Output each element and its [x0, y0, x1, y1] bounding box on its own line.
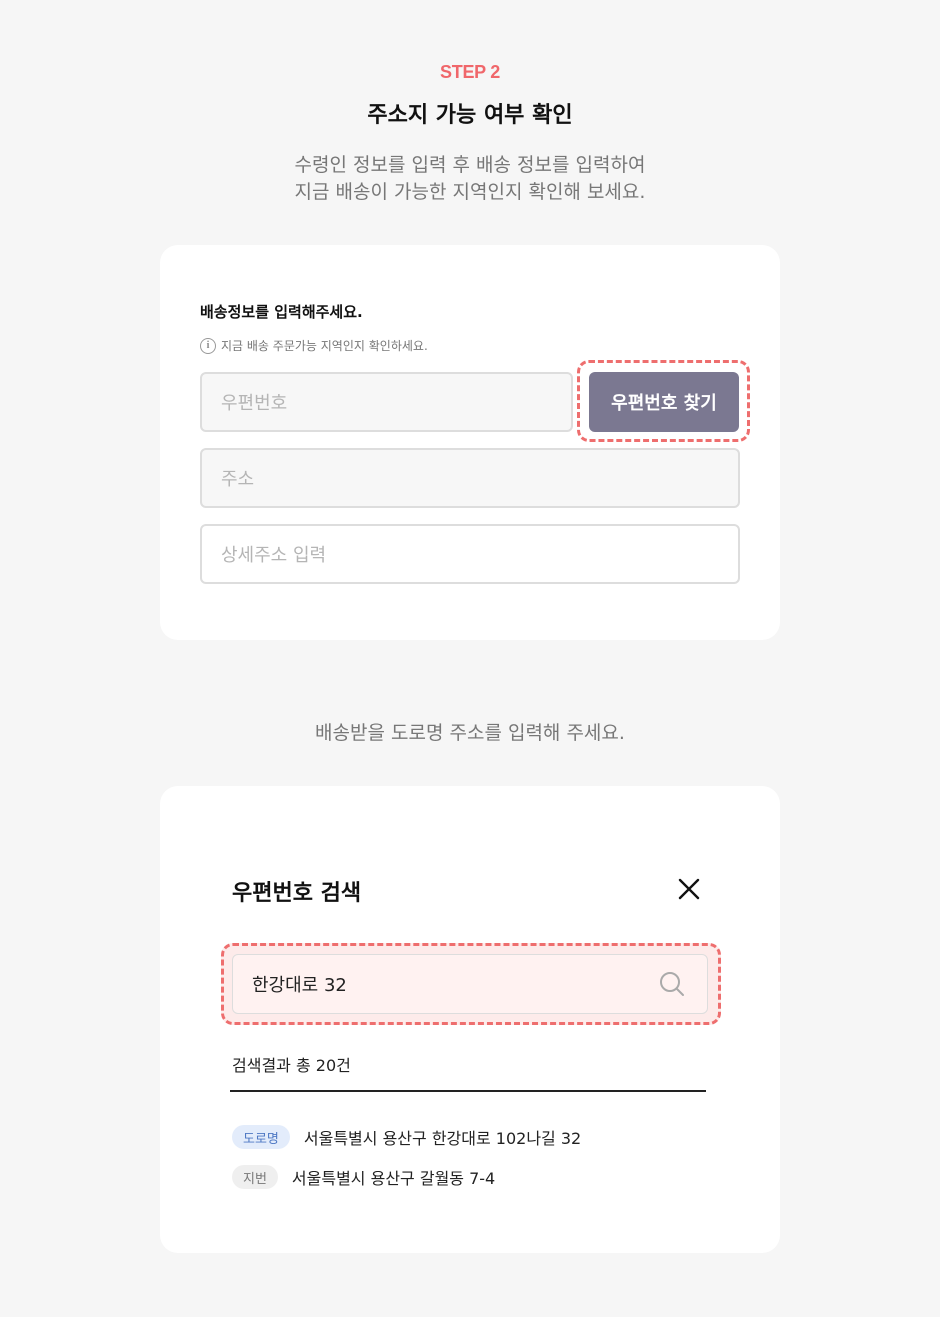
form-title: 배송정보를 입력해주세요.: [200, 303, 363, 321]
zipcode-placeholder: 우편번호: [221, 393, 288, 414]
result-count: 검색결과 총 20건: [232, 1056, 351, 1075]
modal-title: 우편번호 검색: [232, 881, 362, 906]
close-icon[interactable]: [677, 877, 701, 901]
road-name-badge: 도로명: [232, 1125, 290, 1149]
result-address: 서울특별시 용산구 갈월동 7-4: [291, 1169, 496, 1188]
find-zipcode-button[interactable]: 우편번호 찾기: [589, 372, 739, 432]
search-icon[interactable]: [658, 970, 686, 998]
guide-text: 배송받을 도로명 주소를 입력해 주세요.: [315, 722, 625, 744]
step-description-line-1: 수령인 정보를 입력 후 배송 정보를 입력하여: [294, 154, 646, 176]
list-item[interactable]: 지번 서울특별시 용산구 갈월동 7-4: [232, 1165, 495, 1189]
lot-number-badge: 지번: [232, 1165, 278, 1189]
shipping-form-card: 배송정보를 입력해주세요. i 지금 배송 주문가능 지역인지 확인하세요. 우…: [160, 245, 780, 640]
address-input[interactable]: 주소: [200, 448, 740, 508]
detail-address-input[interactable]: 상세주소 입력: [200, 524, 740, 584]
step-label: STEP 2: [440, 62, 500, 82]
form-note-text: 지금 배송 주문가능 지역인지 확인하세요.: [221, 339, 428, 353]
search-input[interactable]: 한강대로 32: [232, 954, 708, 1014]
result-divider: [230, 1090, 706, 1092]
zipcode-input[interactable]: 우편번호: [200, 372, 573, 432]
list-item[interactable]: 도로명 서울특별시 용산구 한강대로 102나길 32: [232, 1125, 581, 1149]
page-title: 주소지 가능 여부 확인: [367, 103, 573, 128]
zipcode-search-modal: 우편번호 검색 한강대로 32 검색결과 총 20건 도로명 서울특별시 용산구…: [160, 786, 780, 1253]
search-input-value: 한강대로 32: [252, 975, 347, 996]
info-icon: i: [200, 337, 216, 354]
form-note: i 지금 배송 주문가능 지역인지 확인하세요.: [200, 337, 428, 354]
step-description-line-2: 지금 배송이 가능한 지역인지 확인해 보세요.: [294, 181, 646, 203]
result-address: 서울특별시 용산구 한강대로 102나길 32: [303, 1129, 582, 1148]
step-description: 수령인 정보를 입력 후 배송 정보를 입력하여 지금 배송이 가능한 지역인지…: [0, 152, 940, 206]
address-placeholder: 주소: [221, 469, 255, 490]
detail-address-placeholder: 상세주소 입력: [221, 545, 327, 566]
